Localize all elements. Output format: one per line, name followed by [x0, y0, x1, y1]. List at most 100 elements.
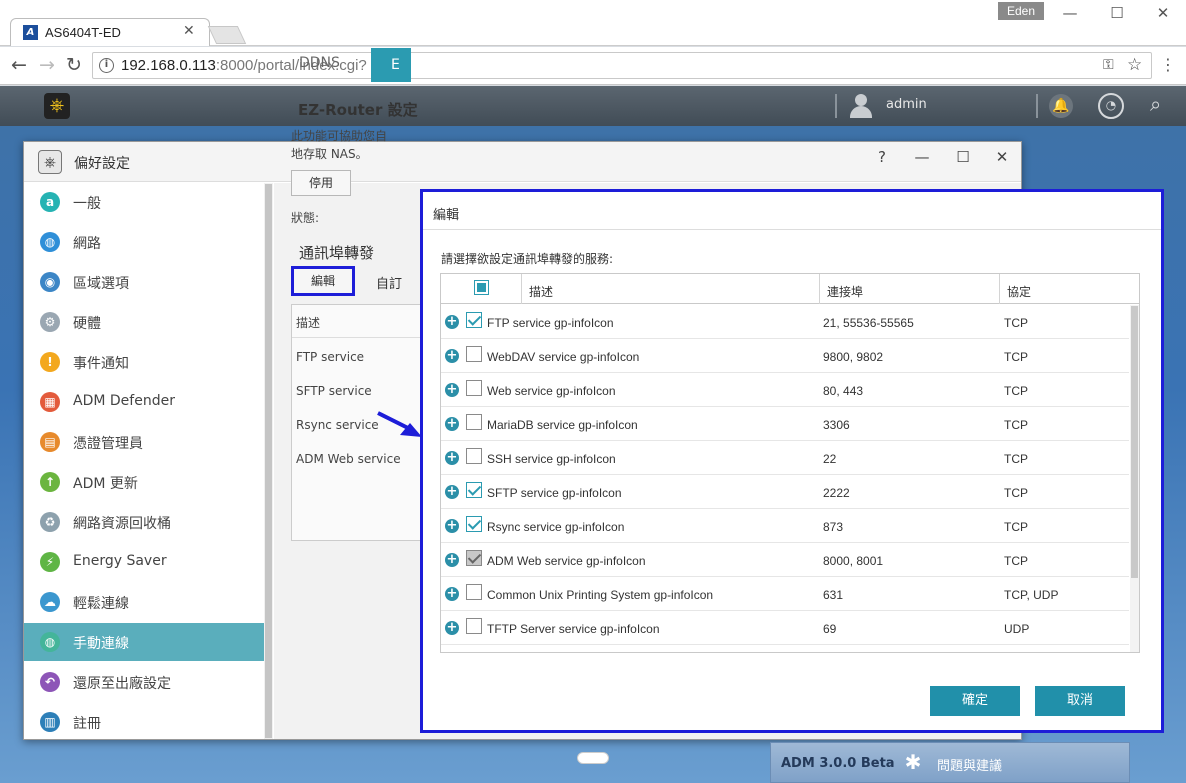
- service-port: 69: [823, 622, 837, 636]
- expand-icon[interactable]: +: [445, 383, 459, 397]
- help-icon[interactable]: ?: [872, 148, 892, 166]
- expand-icon[interactable]: +: [445, 349, 459, 363]
- row-checkbox[interactable]: [466, 312, 482, 328]
- table-row[interactable]: + WebDAV service gp-infoIcon 9800, 9802 TCP: [441, 339, 1129, 373]
- window-titlebar[interactable]: ⎈ 偏好設定 ? — ☐ ✕: [24, 142, 1021, 182]
- table-row[interactable]: + SFTP service gp-infoIcon 2222 TCP: [441, 475, 1129, 509]
- table-row[interactable]: + TFTP Server service gp-infoIcon 69 UDP: [441, 611, 1129, 645]
- sidebar-item[interactable]: ! 事件通知: [24, 343, 264, 381]
- sidebar-item[interactable]: ↑ ADM 更新: [24, 463, 264, 501]
- row-checkbox[interactable]: [466, 346, 482, 362]
- sidebar-item[interactable]: ◍ 網路: [24, 223, 264, 261]
- service-name: Rsync service gp-infoIcon: [487, 520, 625, 534]
- row-checkbox[interactable]: [466, 448, 482, 464]
- sidebar-item[interactable]: ▤ 憑證管理員: [24, 423, 264, 461]
- expand-icon[interactable]: +: [445, 485, 459, 499]
- info-icon[interactable]: i: [99, 58, 114, 73]
- row-checkbox[interactable]: [466, 380, 482, 396]
- expand-icon[interactable]: +: [445, 315, 459, 329]
- tab-ddns[interactable]: DDNS: [299, 55, 340, 71]
- sidebar-item[interactable]: ↶ 還原至出廠設定: [24, 663, 264, 701]
- ok-button[interactable]: 確定: [930, 686, 1020, 716]
- service-port: 22: [823, 452, 837, 466]
- adm-version: ADM 3.0.0 Beta: [781, 756, 895, 771]
- sidebar-item[interactable]: ⚡ Energy Saver: [24, 543, 264, 581]
- expand-icon[interactable]: +: [445, 587, 459, 601]
- sidebar-item-label: 硬體: [73, 316, 101, 332]
- cancel-button[interactable]: 取消: [1035, 686, 1125, 716]
- back-icon[interactable]: ←: [8, 54, 30, 76]
- tab-close-icon[interactable]: ✕: [183, 23, 195, 39]
- sidebar-item[interactable]: ◍ 手動連線: [24, 623, 264, 661]
- minimize-icon[interactable]: —: [1060, 4, 1080, 22]
- cloud-icon: ☁: [40, 592, 60, 612]
- sidebar-item-label: 註冊: [73, 716, 101, 732]
- dock-handle[interactable]: [577, 752, 609, 764]
- table-row[interactable]: + Common Unix Printing System gp-infoIcon…: [441, 577, 1129, 611]
- feedback-link[interactable]: 問題與建議: [937, 755, 1002, 774]
- expand-icon[interactable]: +: [445, 519, 459, 533]
- bug-icon[interactable]: ✱: [901, 750, 925, 774]
- expand-icon[interactable]: +: [445, 553, 459, 567]
- table-row[interactable]: + SSH service gp-infoIcon 22 TCP: [441, 441, 1129, 475]
- row-checkbox[interactable]: [466, 482, 482, 498]
- profile-badge[interactable]: Eden: [998, 2, 1044, 20]
- window-maximize-icon[interactable]: ☐: [953, 148, 973, 166]
- table-header-description: 描述: [296, 316, 321, 330]
- sidebar-item[interactable]: ▦ ADM Defender: [24, 383, 264, 421]
- browser-tab[interactable]: A AS6404T-ED ✕: [10, 18, 210, 46]
- table-row[interactable]: + MariaDB service gp-infoIcon 3306 TCP: [441, 407, 1129, 441]
- url-field[interactable]: i 192.168.0.113:8000/portal/index.cgi? ⚿…: [92, 52, 1152, 79]
- row-checkbox[interactable]: [466, 584, 482, 600]
- tab-ez-router[interactable]: E: [371, 48, 411, 82]
- edit-button[interactable]: 編輯: [291, 266, 355, 296]
- close-window-icon[interactable]: ✕: [1153, 4, 1173, 22]
- browser-menu-icon[interactable]: ⋮: [1160, 55, 1176, 74]
- window-minimize-icon[interactable]: —: [912, 148, 932, 166]
- sidebar-item[interactable]: a 一般: [24, 183, 264, 221]
- maximize-icon[interactable]: ☐: [1107, 4, 1127, 22]
- table-scroll-thumb[interactable]: [1131, 306, 1138, 578]
- column-description[interactable]: 描述: [529, 283, 553, 300]
- certificate-icon: ▤: [40, 432, 60, 452]
- row-checkbox[interactable]: [466, 550, 482, 566]
- row-checkbox[interactable]: [466, 516, 482, 532]
- new-tab-button[interactable]: [207, 26, 247, 44]
- reload-icon[interactable]: ↻: [63, 54, 85, 76]
- expand-icon[interactable]: +: [445, 621, 459, 635]
- column-protocol[interactable]: 協定: [1007, 283, 1031, 300]
- table-row[interactable]: + Rsync service gp-infoIcon 873 TCP: [441, 509, 1129, 543]
- row-checkbox[interactable]: [466, 618, 482, 634]
- window-close-icon[interactable]: ✕: [992, 148, 1012, 166]
- user-avatar-icon[interactable]: [848, 93, 874, 119]
- key-icon[interactable]: ⚿: [1103, 57, 1114, 73]
- column-port[interactable]: 連接埠: [827, 283, 863, 300]
- search-icon[interactable]: ⌕: [1150, 92, 1161, 116]
- service-name: SSH service gp-infoIcon: [487, 452, 616, 466]
- table-row[interactable]: + FTP service gp-infoIcon 21, 55536-55565 T…: [441, 305, 1129, 339]
- bookmark-star-icon[interactable]: ☆: [1127, 55, 1142, 75]
- row-checkbox[interactable]: [466, 414, 482, 430]
- disable-button[interactable]: 停用: [291, 170, 351, 196]
- notification-bell-icon[interactable]: 🔔: [1049, 94, 1073, 118]
- recycle-icon: ♻: [40, 512, 60, 532]
- service-name: FTP service gp-infoIcon: [487, 316, 614, 330]
- adm-home-icon[interactable]: ⎈: [44, 93, 70, 119]
- sidebar-item[interactable]: ◉ 區域選項: [24, 263, 264, 301]
- sidebar-item-label: 區域選項: [73, 276, 129, 292]
- expand-icon[interactable]: +: [445, 451, 459, 465]
- sidebar-scroll-thumb[interactable]: [265, 184, 272, 738]
- activity-monitor-icon[interactable]: ◔: [1098, 93, 1124, 119]
- custom-button[interactable]: 自訂: [376, 273, 402, 292]
- table-row[interactable]: + Web service gp-infoIcon 80, 443 TCP: [441, 373, 1129, 407]
- sidebar-item[interactable]: ☁ 輕鬆連線: [24, 583, 264, 621]
- service-port: 80, 443: [823, 384, 864, 398]
- expand-icon[interactable]: +: [445, 417, 459, 431]
- table-row[interactable]: + ADM Web service gp-infoIcon 8000, 8001 TC…: [441, 543, 1129, 577]
- forward-icon[interactable]: →: [36, 54, 58, 76]
- sidebar-item[interactable]: ♻ 網路資源回收桶: [24, 503, 264, 541]
- sidebar-item[interactable]: ▥ 註冊: [24, 703, 264, 741]
- select-all-checkbox[interactable]: [474, 280, 489, 295]
- user-name[interactable]: admin: [886, 97, 927, 112]
- sidebar-item[interactable]: ⚙ 硬體: [24, 303, 264, 341]
